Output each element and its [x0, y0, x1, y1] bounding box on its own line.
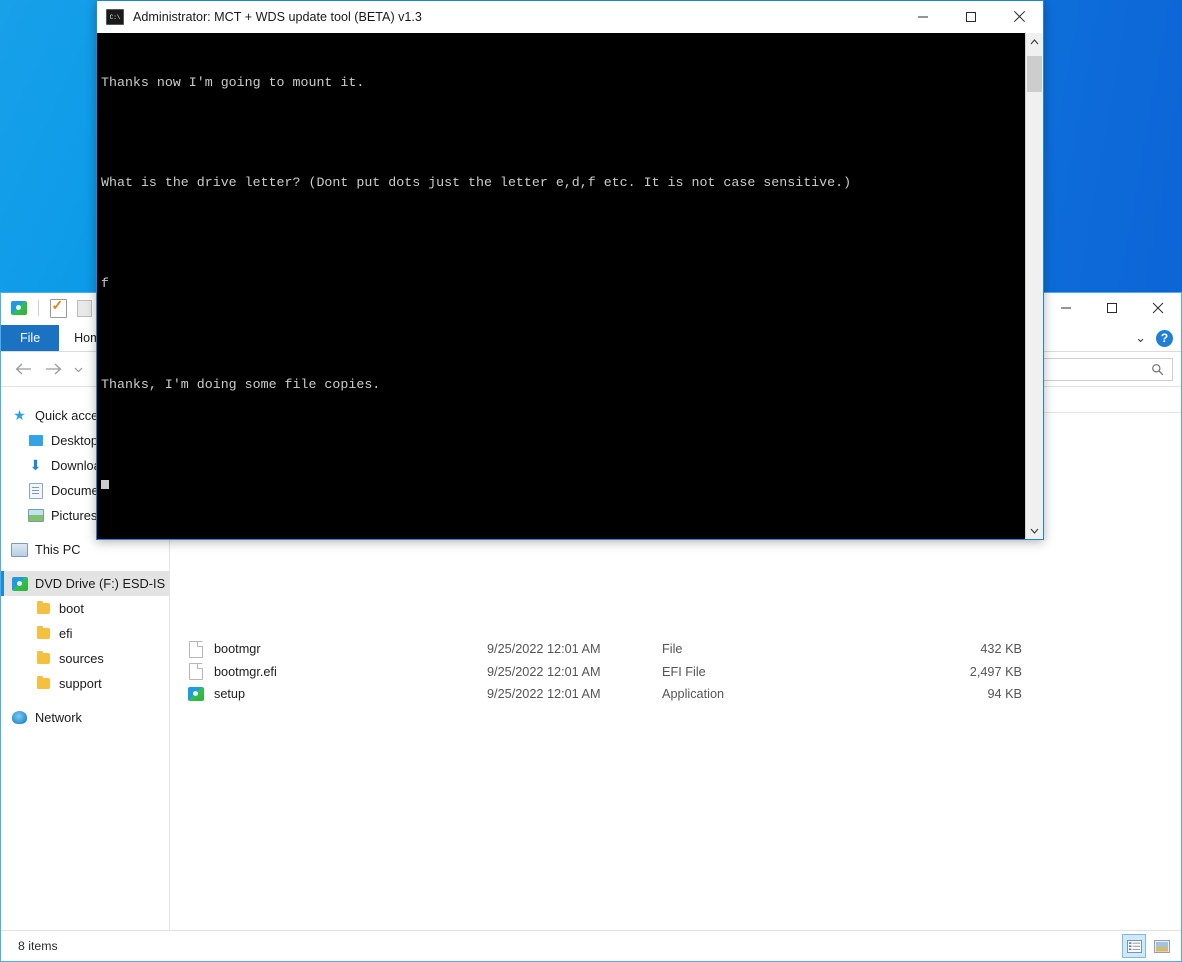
console-output[interactable]: Thanks now I'm going to mount it. What i… — [97, 33, 1025, 539]
item-count-label: 8 items — [18, 939, 58, 953]
file-name-cell: bootmgr — [170, 640, 487, 658]
close-button[interactable] — [1135, 293, 1181, 323]
sidebar-item-label: Desktop — [51, 433, 98, 448]
back-arrow-icon[interactable] — [9, 355, 37, 383]
minimize-button[interactable] — [1043, 293, 1089, 323]
file-name: bootmgr.efi — [214, 664, 277, 679]
console-window: C:\ Administrator: MCT + WDS update tool… — [96, 0, 1044, 540]
sidebar-item-boot[interactable]: boot — [1, 596, 169, 621]
sidebar-item-label: This PC — [35, 542, 81, 557]
text-cursor — [101, 479, 109, 489]
file-icon — [188, 663, 204, 681]
file-type: File — [662, 642, 683, 657]
console-title-bar[interactable]: C:\ Administrator: MCT + WDS update tool… — [97, 1, 1043, 33]
sidebar-separator — [1, 562, 169, 571]
console-area: Thanks now I'm going to mount it. What i… — [97, 33, 1043, 539]
explorer-window-controls — [1043, 293, 1181, 323]
table-row[interactable]: bootmgr.efi 9/25/2022 12:01 AM EFI File … — [170, 661, 1181, 684]
console-line: Thanks now I'm going to mount it. — [101, 74, 365, 90]
table-row[interactable]: setup 9/25/2022 12:01 AM Application 94 … — [170, 683, 1181, 706]
dvd-drive-icon — [11, 576, 28, 592]
scroll-up-icon[interactable] — [1026, 33, 1043, 50]
folder-icon — [35, 601, 52, 617]
recent-locations-chevron-icon[interactable] — [69, 355, 87, 383]
file-type: EFI File — [662, 664, 706, 679]
help-icon[interactable]: ? — [1156, 329, 1173, 347]
sidebar-item-efi[interactable]: efi — [1, 621, 169, 646]
this-pc-icon — [11, 542, 28, 558]
ribbon-right-controls: ⌄ ? — [1135, 325, 1173, 351]
console-window-controls — [899, 1, 1043, 32]
scroll-down-icon[interactable] — [1026, 522, 1043, 539]
table-row[interactable]: bootmgr 9/25/2022 12:01 AM File 432 KB — [170, 638, 1181, 661]
console-scrollbar[interactable] — [1025, 33, 1043, 539]
folder-icon — [35, 626, 52, 642]
sidebar-item-label: Network — [35, 710, 82, 725]
console-cursor-line — [101, 478, 1025, 495]
view-toggle-group — [1122, 931, 1173, 961]
desktop-icon — [27, 433, 44, 449]
file-date: 9/25/2022 12:01 AM — [487, 664, 601, 679]
sidebar-item-label: Pictures — [51, 508, 98, 523]
new-folder-icon[interactable] — [74, 298, 94, 318]
star-icon: ★ — [13, 407, 26, 423]
file-size: 2,497 KB — [969, 664, 1022, 679]
sidebar-item-sources[interactable]: sources — [1, 646, 169, 671]
toolbar-divider — [38, 300, 39, 316]
file-date: 9/25/2022 12:01 AM — [487, 642, 601, 657]
status-bar: 8 items — [1, 930, 1181, 961]
large-icons-view-button[interactable] — [1151, 935, 1173, 957]
file-name: setup — [214, 687, 246, 702]
search-icon — [1152, 363, 1164, 375]
minimize-button[interactable] — [899, 1, 947, 32]
maximize-button[interactable] — [1089, 293, 1135, 323]
details-view-button[interactable] — [1122, 934, 1146, 958]
sidebar-item-dvd-drive[interactable]: DVD Drive (F:) ESD-IS — [1, 571, 169, 596]
console-title: Administrator: MCT + WDS update tool (BE… — [133, 10, 422, 24]
maximize-button[interactable] — [947, 1, 995, 32]
sidebar-item-network[interactable]: Network — [1, 705, 169, 730]
network-icon — [11, 710, 28, 726]
download-icon: ⬇ — [29, 457, 42, 473]
chevron-down-icon[interactable]: ⌄ — [1135, 330, 1146, 346]
file-size: 432 KB — [980, 642, 1022, 657]
file-date: 9/25/2022 12:01 AM — [487, 687, 601, 702]
desktop: ▾ File Home ⌄ ? — [0, 0, 1182, 962]
application-icon — [188, 686, 204, 702]
file-name-cell: bootmgr.efi — [170, 663, 487, 681]
console-icon: C:\ — [106, 9, 124, 25]
file-type: Application — [662, 687, 725, 702]
file-icon — [188, 640, 204, 658]
file-size: 94 KB — [987, 687, 1022, 702]
console-line: What is the drive letter? (Dont put dots… — [101, 175, 852, 191]
console-line: f — [101, 276, 109, 292]
sidebar-item-support[interactable]: support — [1, 671, 169, 696]
forward-arrow-icon[interactable] — [39, 355, 67, 383]
sidebar-item-label: DVD Drive (F:) ESD-IS — [35, 576, 166, 591]
scrollbar-track[interactable] — [1026, 50, 1043, 522]
file-name: bootmgr — [214, 642, 261, 657]
pictures-icon — [27, 508, 44, 524]
documents-icon — [27, 482, 44, 499]
sidebar-item-label: boot — [59, 601, 84, 616]
sidebar-separator — [1, 696, 169, 705]
tab-file[interactable]: File — [1, 325, 60, 351]
scrollbar-thumb[interactable] — [1027, 56, 1042, 92]
sidebar-item-label: support — [59, 676, 102, 691]
folder-icon — [35, 676, 52, 692]
properties-icon[interactable] — [48, 297, 68, 318]
dvd-drive-icon[interactable] — [9, 298, 29, 318]
folder-icon — [35, 651, 52, 667]
sidebar-item-this-pc[interactable]: This PC — [1, 537, 169, 562]
close-button[interactable] — [995, 1, 1043, 32]
sidebar-item-label: sources — [59, 651, 104, 666]
file-name-cell: setup — [170, 686, 487, 702]
sidebar-item-label: efi — [59, 626, 73, 641]
console-line: Thanks, I'm doing some file copies. — [101, 376, 381, 392]
